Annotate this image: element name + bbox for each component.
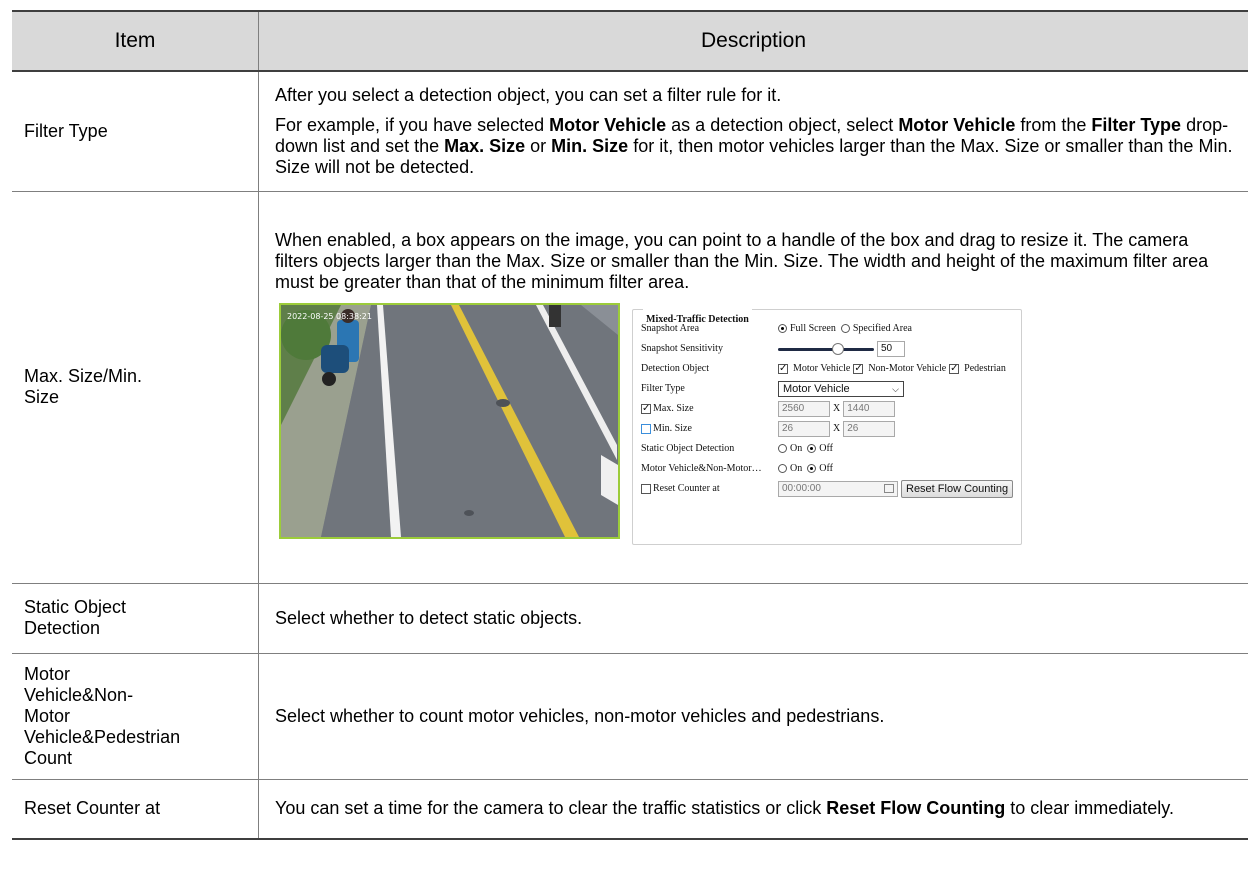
settings-panel: Mixed-Traffic Detection Snapshot Area Fu… <box>628 303 1022 545</box>
description-cell: When enabled, a box appears on the image… <box>258 191 1248 584</box>
checkbox-motor-vehicle[interactable]: ✓ <box>778 363 788 374</box>
checkbox-max-size[interactable]: ✓ <box>641 403 651 414</box>
camera-live-view: 2022-08-25 08:38:21 <box>279 302 620 539</box>
radio-static-on[interactable] <box>778 444 787 453</box>
reset-time-input[interactable]: 00:00:00 <box>778 480 898 497</box>
field-label: Filter Type <box>641 383 685 394</box>
description-text: When enabled, a box appears on the image… <box>275 229 1209 292</box>
radio-count-on[interactable] <box>778 464 787 473</box>
description-text: After you select a detection object, you… <box>275 84 782 105</box>
checkbox-pedestrian[interactable]: ✓ <box>949 363 960 374</box>
checkbox-reset-counter[interactable] <box>641 483 651 494</box>
camera-timestamp-overlay: 2022-08-25 08:38:21 <box>287 312 372 321</box>
chevron-down-icon: ⌵ <box>892 383 899 394</box>
sensitivity-slider[interactable] <box>778 342 874 355</box>
field-label: Motor Vehicle&Non-Motor… <box>641 463 762 474</box>
item-cell: Max. Size/Min. Size <box>12 191 259 584</box>
slider-handle[interactable] <box>832 342 844 355</box>
field-label: Min. Size <box>653 423 692 434</box>
sensitivity-input[interactable]: 50 <box>877 340 905 357</box>
table-row-max-min-size: Max. Size/Min. Size When enabled, a box … <box>12 191 1248 584</box>
field-label: Snapshot Area <box>641 323 700 334</box>
radio-full-screen[interactable] <box>778 324 787 333</box>
column-header-description: Description <box>258 10 1248 72</box>
item-cell: Filter Type <box>12 71 259 192</box>
reset-flow-counting-button[interactable]: Reset Flow Counting <box>901 479 1014 498</box>
field-label: Snapshot Sensitivity <box>641 343 723 354</box>
table-row-count: Motor Vehicle&Non-Motor Vehicle&Pedestri… <box>12 653 1248 780</box>
checkbox-min-size[interactable] <box>641 423 651 434</box>
config-screenshot: 2022-08-25 08:38:21 Mixed-Traffic Detect… <box>275 302 1035 545</box>
radio-static-off[interactable] <box>807 444 817 453</box>
min-size-width-input[interactable]: 26 <box>778 420 830 437</box>
parameter-table: Item Description Filter Type After you s… <box>12 10 1248 840</box>
road-scene-image: 2022-08-25 08:38:21 <box>281 304 618 537</box>
table-header-row: Item Description <box>12 10 1248 72</box>
description-cell: After you select a detection object, you… <box>258 71 1248 192</box>
filter-type-select[interactable]: Motor Vehicle ⌵ <box>778 380 904 397</box>
max-size-height-input[interactable]: 1440 <box>843 400 896 417</box>
description-text: For example, if you have selected Motor … <box>275 114 1233 177</box>
item-cell: Reset Counter at <box>12 779 259 840</box>
calendar-icon[interactable] <box>884 484 894 493</box>
table-row-static-object: Static Object Detection Select whether t… <box>12 583 1248 654</box>
radio-count-off[interactable] <box>807 464 817 473</box>
description-cell: Select whether to detect static objects. <box>258 583 1248 654</box>
field-label: Max. Size <box>653 403 694 414</box>
radio-specified-area[interactable] <box>840 324 850 333</box>
description-cell: Select whether to count motor vehicles, … <box>258 653 1248 780</box>
field-label: Detection Object <box>641 363 710 374</box>
settings-fieldset: Mixed-Traffic Detection Snapshot Area Fu… <box>632 308 1022 545</box>
item-cell: Motor Vehicle&Non-Motor Vehicle&Pedestri… <box>12 653 259 780</box>
item-cell: Static Object Detection <box>12 583 259 654</box>
field-label: Static Object Detection <box>641 443 735 454</box>
max-size-width-input[interactable]: 2560 <box>778 400 830 417</box>
table-row-filter-type: Filter Type After you select a detection… <box>12 71 1248 192</box>
field-label: Reset Counter at <box>653 483 720 494</box>
column-header-item: Item <box>12 10 259 72</box>
min-size-height-input[interactable]: 26 <box>843 420 896 437</box>
description-cell: You can set a time for the camera to cle… <box>258 779 1248 840</box>
checkbox-non-motor-vehicle[interactable]: ✓ <box>853 363 864 374</box>
table-row-reset-counter: Reset Counter at You can set a time for … <box>12 779 1248 840</box>
